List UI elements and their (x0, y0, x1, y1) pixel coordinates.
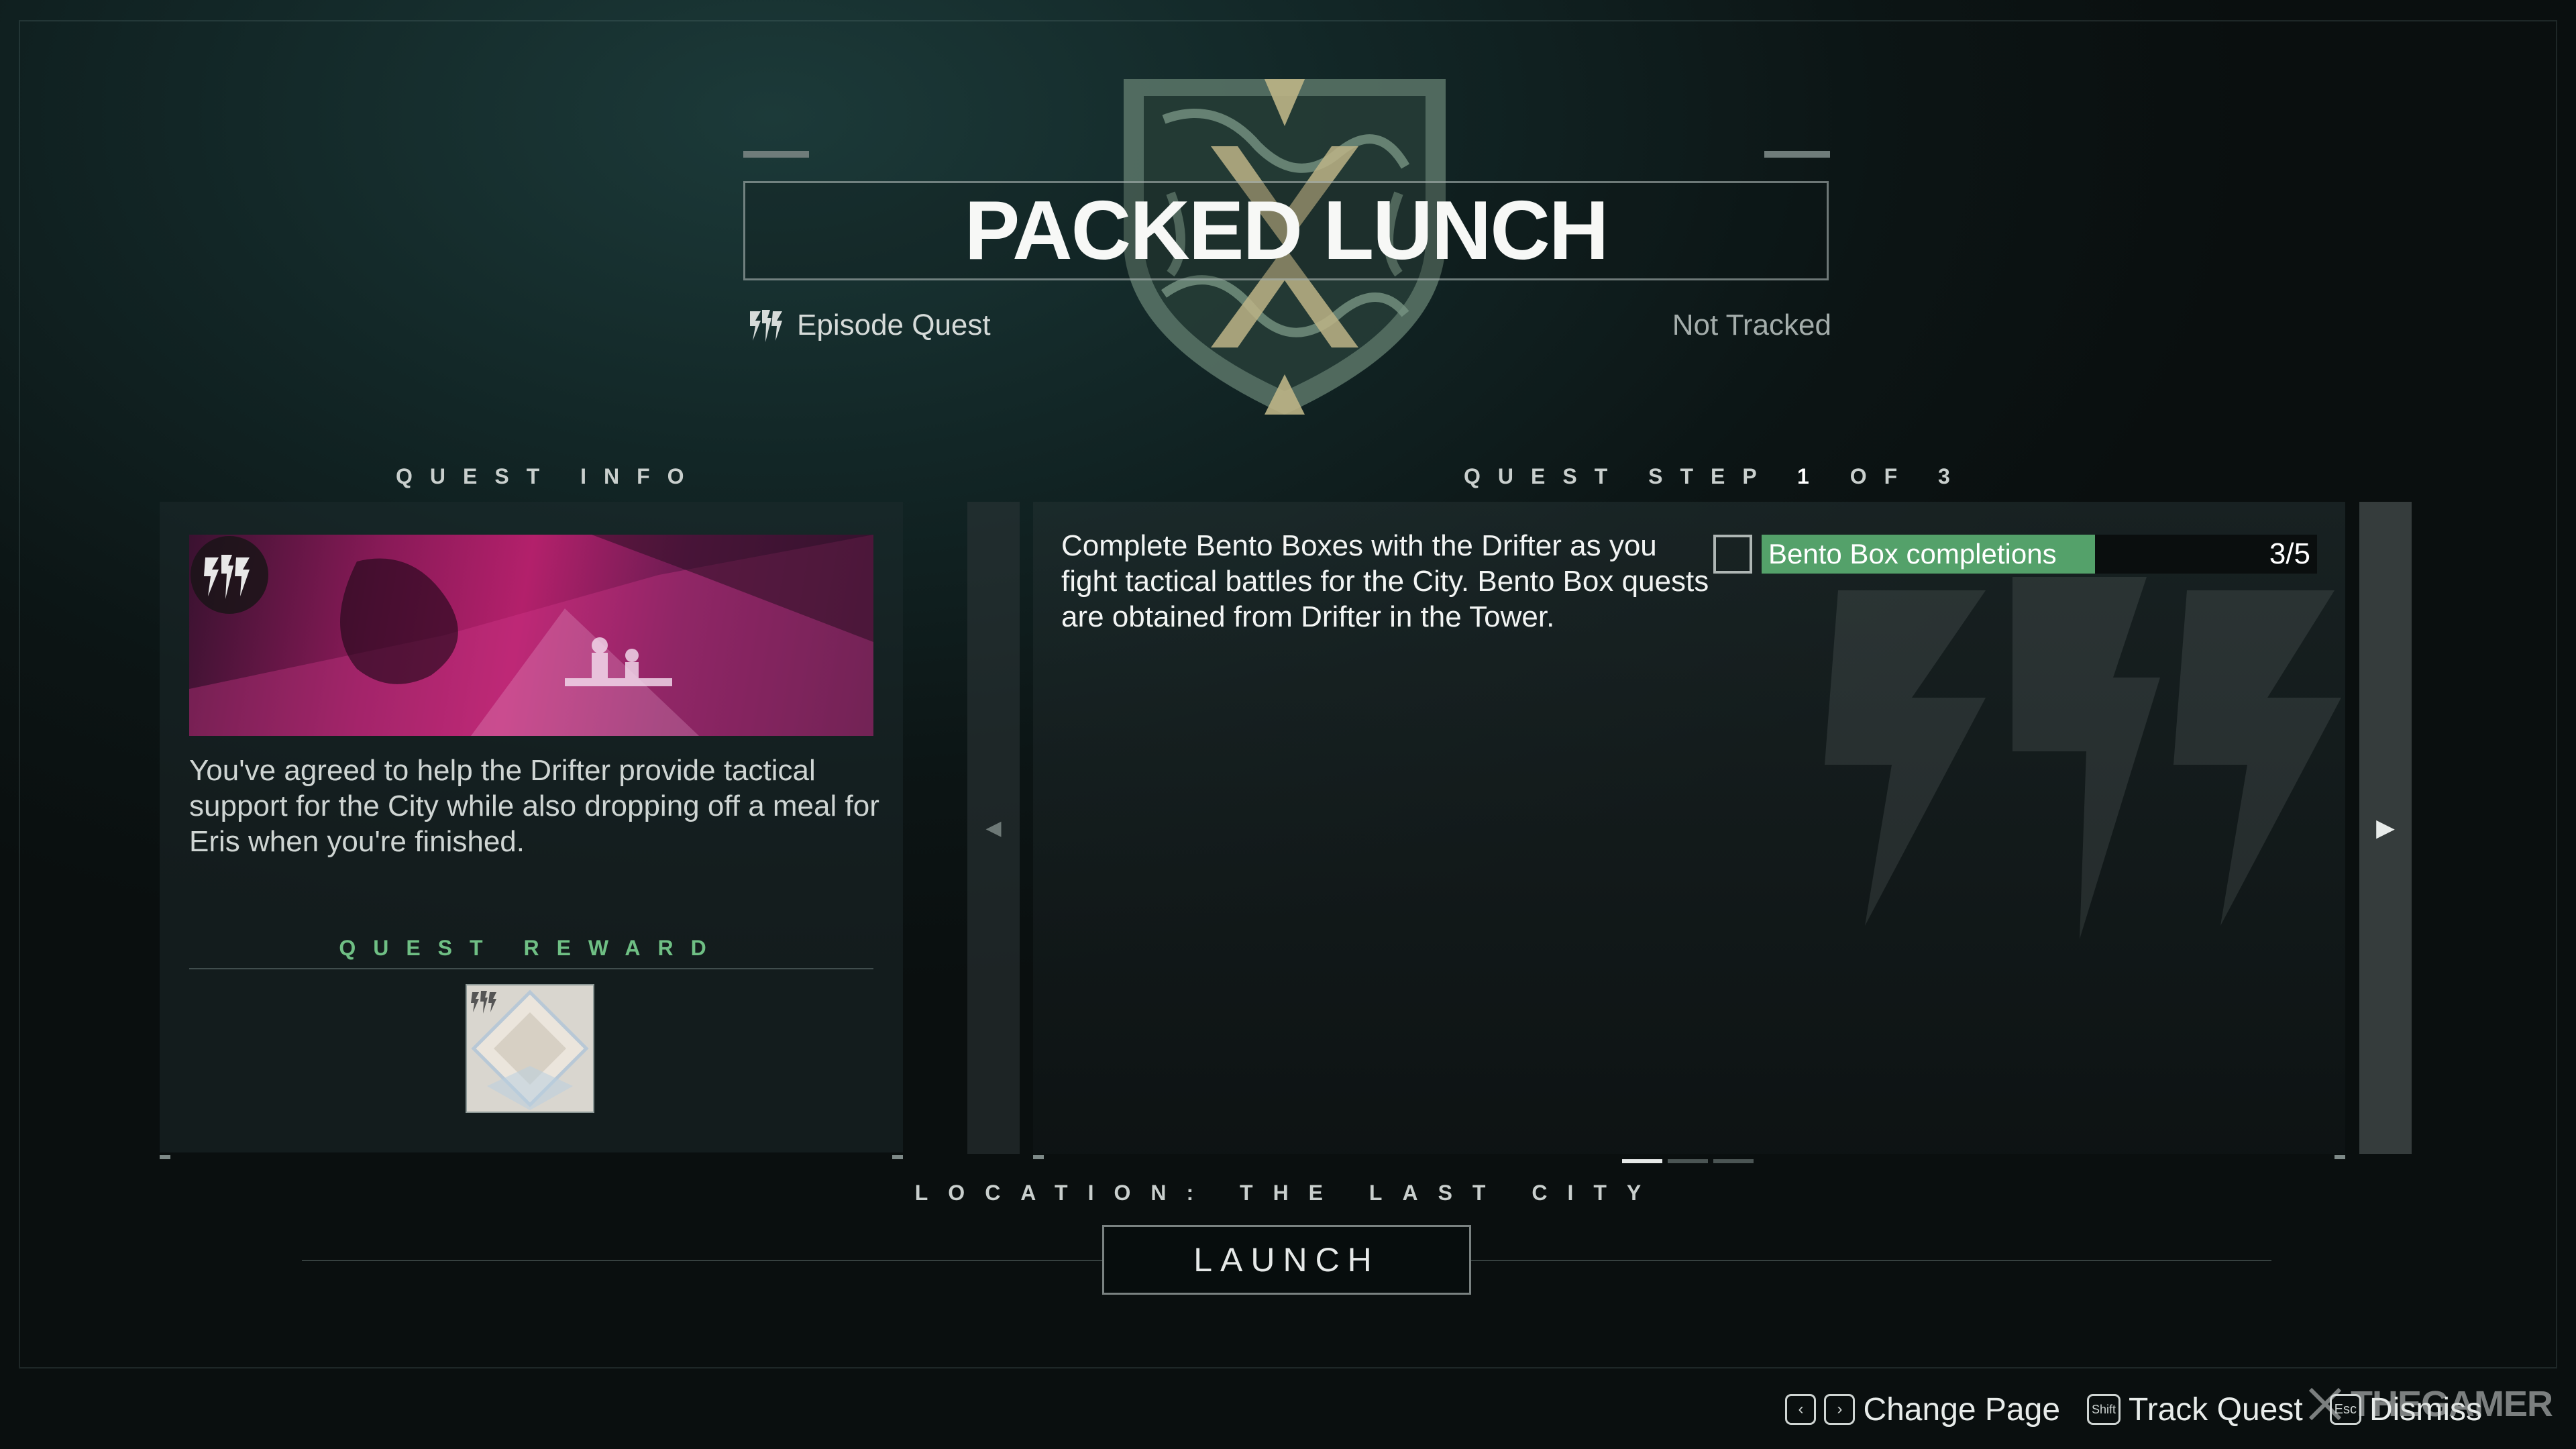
page-dot (1668, 1159, 1708, 1163)
change-page-label: Change Page (1863, 1391, 2061, 1428)
quest-reward-label: QUEST REWARD (339, 936, 724, 960)
step-page-indicator (1622, 1159, 1754, 1163)
title-box: PACKED LUNCH (743, 181, 1829, 280)
change-page-hint[interactable]: ‹ › Change Page (1785, 1391, 2060, 1428)
brand-logo-icon (2308, 1387, 2342, 1421)
quest-step-description: Complete Bento Boxes with the Drifter as… (1061, 529, 1709, 633)
objective-progress: Bento Box completions 3/5 (1762, 535, 2317, 574)
page-dot (1622, 1159, 1662, 1163)
quest-type: Episode Quest (746, 305, 991, 345)
panel-corner-dash (892, 1155, 903, 1159)
key-right-icon: › (1824, 1394, 1856, 1425)
track-quest-label: Track Quest (2129, 1391, 2303, 1428)
quest-step-current: 1 (1797, 464, 1827, 488)
chevron-left-icon: ◀ (985, 816, 1002, 839)
episode-quest-icon (750, 310, 782, 342)
tracking-status: Not Tracked (1672, 305, 1831, 345)
brand-name: THEGAMER (2351, 1384, 2553, 1424)
panel-corner-dash (160, 1155, 170, 1159)
title-tick-right (1764, 151, 1830, 158)
quest-step-prefix: QUEST STEP (1464, 464, 1774, 488)
panel-corner-dash (2334, 1155, 2345, 1159)
title-tick-left (743, 151, 809, 158)
page-title: PACKED LUNCH (964, 184, 1609, 277)
launch-button[interactable]: LAUNCH (1102, 1225, 1471, 1295)
quest-type-label: Episode Quest (797, 309, 991, 341)
watermark-emblem-icon (1825, 577, 2341, 939)
launch-divider-right (1471, 1260, 2271, 1261)
key-left-icon: ‹ (1785, 1394, 1817, 1425)
location-label: LOCATION: THE LAST CITY (914, 1181, 1662, 1205)
track-quest-hint[interactable]: Shift Track Quest (2087, 1391, 2303, 1428)
launch-divider-left (302, 1260, 1102, 1261)
page-dot (1713, 1159, 1754, 1163)
quest-image (189, 535, 873, 736)
reward-divider (189, 968, 873, 969)
objective-label: Bento Box completions (1768, 538, 2057, 570)
objective-count: 3/5 (2269, 537, 2310, 570)
shift-key-icon: Shift (2087, 1394, 2121, 1425)
quest-step-label: QUEST STEP 1 OF 3 (1464, 464, 1968, 489)
quest-step-total: 3 (1938, 464, 1968, 488)
chevron-right-icon: ▶ (2376, 814, 2395, 841)
panel-corner-dash (1033, 1155, 1044, 1159)
previous-step-button[interactable]: ◀ (967, 502, 1020, 1154)
brand-watermark: THEGAMER (2305, 1381, 2553, 1428)
reward-emblem-icon (467, 985, 593, 1112)
objective-checkbox[interactable] (1713, 535, 1752, 574)
reward-item[interactable] (466, 984, 594, 1113)
quest-step-of: OF (1849, 464, 1915, 488)
quest-art (189, 535, 873, 736)
next-step-button[interactable]: ▶ (2359, 502, 2412, 1154)
quest-description: You've agreed to help the Drifter provid… (189, 754, 879, 858)
quest-info-label: QUEST INFO (396, 464, 702, 488)
tracking-status-label: Not Tracked (1672, 309, 1831, 341)
